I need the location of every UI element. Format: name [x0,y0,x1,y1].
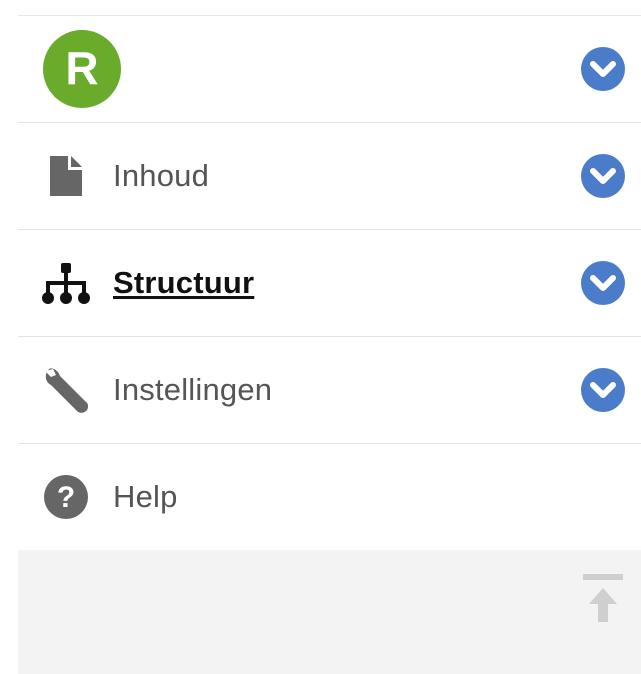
menu-item-instellingen[interactable]: Instellingen [18,337,641,444]
menu-item-help[interactable]: ? Help [18,444,641,551]
menu-row-logo[interactable]: R [18,15,641,123]
menu-footer [18,550,641,674]
document-icon [38,148,94,204]
navigation-menu: R Inhoud Structuur Instellingen ? Help [18,15,641,674]
question-circle-icon: ? [38,469,94,525]
svg-text:R: R [65,42,98,94]
menu-item-label: Help [113,479,178,514]
menu-item-label: Inhoud [113,158,210,193]
chevron-down-icon[interactable] [579,152,627,200]
chevron-down-icon[interactable] [579,259,627,307]
sitemap-icon [38,255,94,311]
wrench-icon [38,362,94,418]
scroll-to-top-icon[interactable] [581,572,625,634]
menu-item-label: Instellingen [113,372,273,407]
chevron-down-icon[interactable] [579,45,627,93]
menu-item-inhoud[interactable]: Inhoud [18,123,641,230]
logo-r-icon[interactable]: R [43,30,121,108]
menu-item-label: Structuur [113,265,255,300]
menu-item-structuur[interactable]: Structuur [18,230,641,337]
chevron-down-icon[interactable] [579,366,627,414]
svg-text:?: ? [57,481,75,514]
